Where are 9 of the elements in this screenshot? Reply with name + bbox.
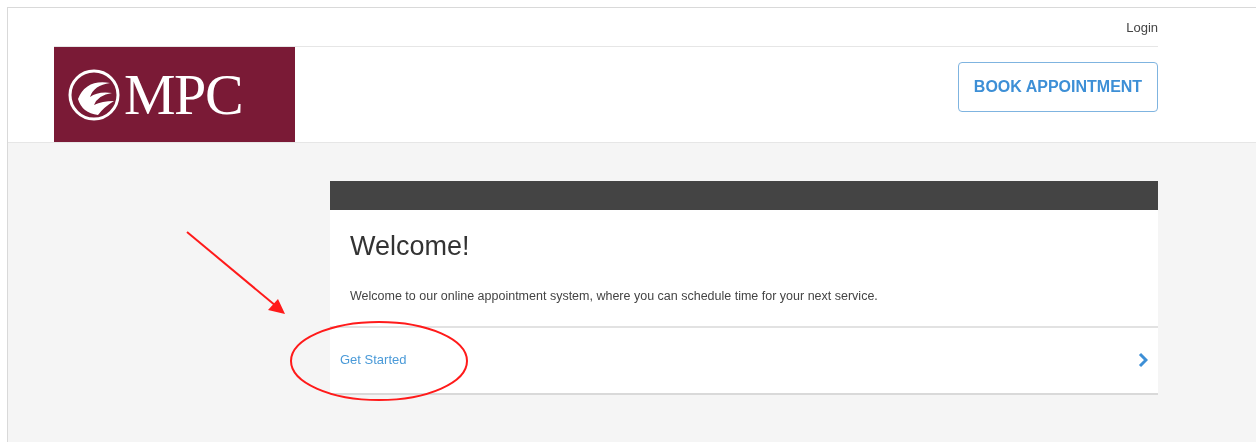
logo-text: MPC <box>124 65 243 124</box>
welcome-description: Welcome to our online appointment system, where you can schedule time for your next service. <box>350 287 879 305</box>
get-started-link[interactable]: Get Started <box>340 350 407 370</box>
get-started-row[interactable]: Get Started <box>330 327 1158 395</box>
login-link[interactable]: Login <box>1126 20 1158 34</box>
chevron-right-icon <box>1138 352 1148 368</box>
emblem-icon <box>68 68 120 121</box>
book-appointment-button[interactable]: BOOK APPOINTMENT <box>958 62 1158 112</box>
welcome-heading: Welcome! <box>350 230 471 263</box>
